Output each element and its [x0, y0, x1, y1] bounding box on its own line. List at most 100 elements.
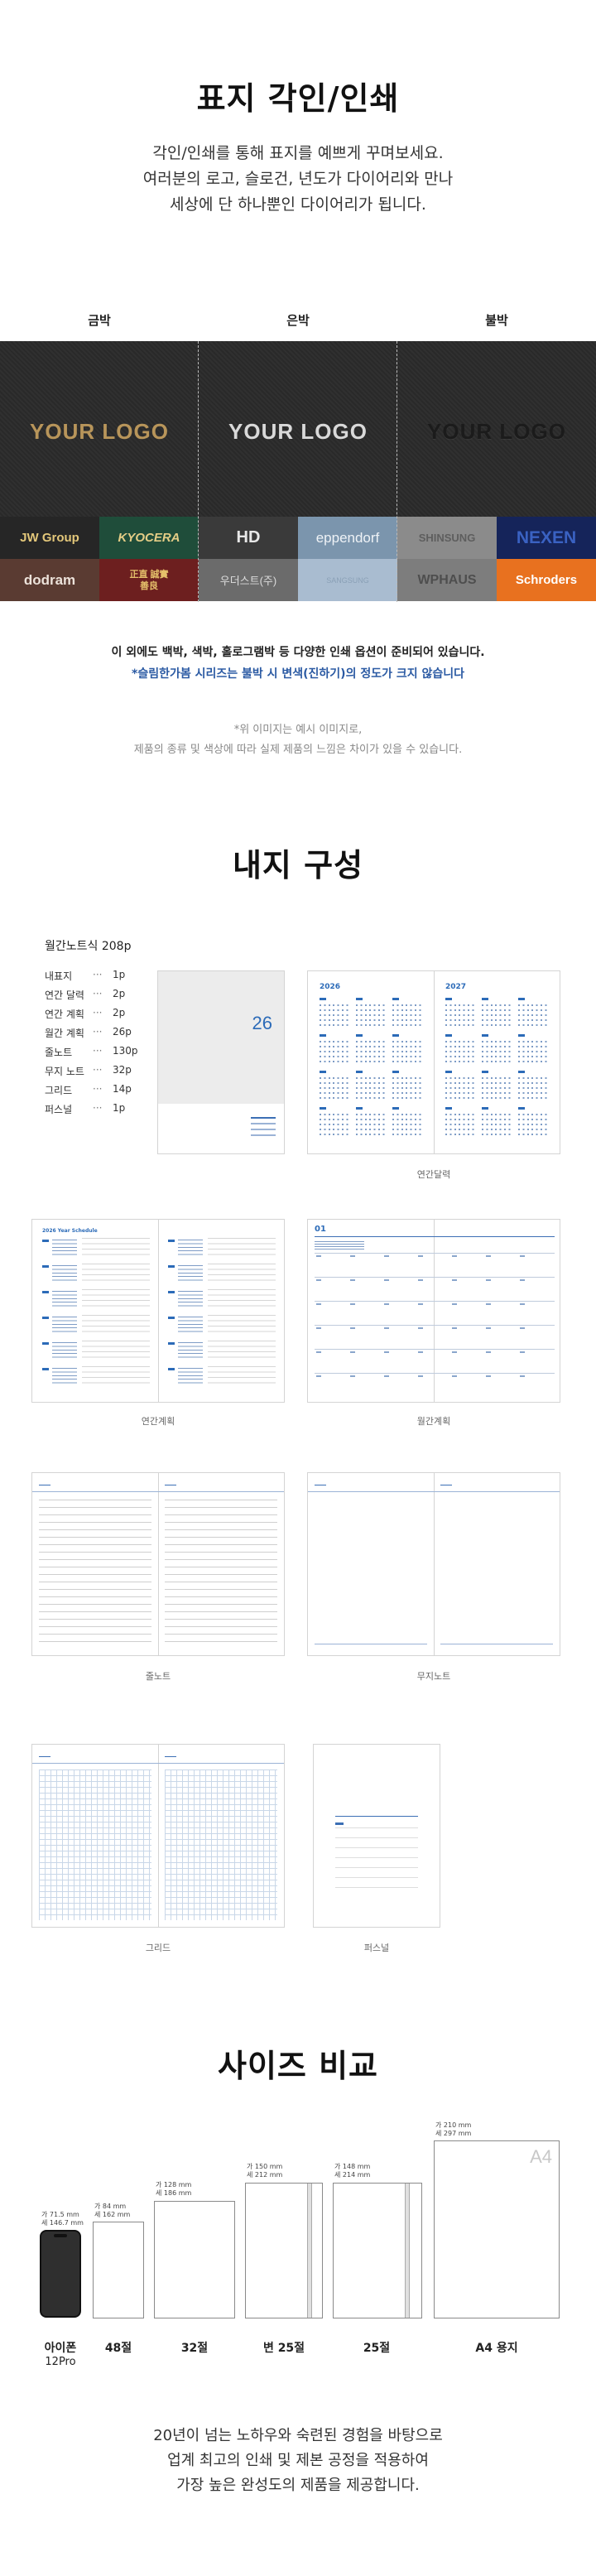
size-48-shape [93, 2222, 144, 2318]
spec-name: 퍼스널 [45, 1104, 73, 1115]
method-gold-label: 금박 [88, 313, 111, 328]
inner-section-title: 내지 구성 [232, 847, 364, 884]
closing-2: 업계 최고의 인쇄 및 제본 공정을 적용하여 [167, 2452, 429, 2469]
a4-tag: A4 [530, 2146, 552, 2167]
brand-tile-dodram: dodram [0, 559, 99, 601]
size-32-width: 가 128 mm [156, 2181, 192, 2188]
size-48-height: 세 162 mm [94, 2211, 131, 2218]
monthly-grid-line [315, 1301, 555, 1302]
spec-name: 그리드 [45, 1085, 73, 1096]
closing-3: 가장 높은 완성도의 제품을 제공합니다. [176, 2477, 420, 2494]
spec-name: 연간 계획 [45, 1009, 84, 1020]
disclaimer-1: *위 이미지는 예시 이미지로, [233, 724, 363, 736]
size-25-width: 가 148 mm [334, 2163, 371, 2170]
calendar-month [392, 1107, 424, 1137]
calendar-spread: 2026 2027 [307, 970, 560, 1154]
blank-note-spread [307, 1472, 560, 1656]
calendar-month [482, 1034, 513, 1064]
calendar-month [518, 1034, 550, 1064]
monthly-grid-line [315, 1277, 555, 1278]
closing-1: 20년이 넘는 노하우와 숙련된 경험을 바탕으로 [153, 2427, 443, 2444]
calendar-month [482, 998, 513, 1028]
inner-cover-page: 26 [157, 970, 285, 1154]
cover-desc-3: 세상에 단 하나뿐인 다이어리가 됩니다. [170, 195, 426, 214]
calendar-month [356, 1034, 387, 1064]
calendar-year-left: 2026 [320, 983, 341, 991]
spec-name: 연간 달력 [45, 989, 84, 1001]
yearly-plan-right [168, 1238, 276, 1395]
personal-page [313, 1744, 440, 1928]
monthly-grid-line [315, 1373, 555, 1374]
spec-row: 퍼스널 ··· 1p [45, 1102, 169, 1119]
calendar-month [392, 1071, 424, 1100]
spec-row: 월간 계획 ··· 26p [45, 1026, 169, 1043]
spec-name: 무지 노트 [45, 1066, 84, 1077]
calendar-month [445, 1071, 477, 1100]
iphone-shape [40, 2230, 81, 2318]
brand-tile-eppendorf: eppendorf [298, 517, 397, 559]
size-32-shape [154, 2201, 235, 2318]
size-b25-width: 가 150 mm [247, 2163, 283, 2170]
spec-pages: 2p [113, 988, 126, 999]
size-25-label: 25절 [363, 2342, 391, 2355]
calendar-month [320, 1034, 351, 1064]
calendar-year-right: 2027 [445, 983, 467, 991]
yearly-plan-month [42, 1264, 150, 1287]
size-32-label: 32절 [180, 2342, 209, 2355]
spec-pages: 1p [113, 969, 126, 980]
divider-1 [198, 341, 199, 602]
yearly-plan-month [168, 1366, 276, 1389]
size-iphone-label2: 12Pro [45, 2356, 76, 2368]
spec-pages: 1p [113, 1102, 126, 1114]
caption-monthly: 월간계획 [416, 1416, 451, 1427]
brand-tile-sangsung: SANGSUNG [298, 559, 397, 601]
calendar-month [320, 1071, 351, 1100]
spec-dots: ··· [93, 969, 103, 980]
brand-tile-jw: JW Group [0, 517, 99, 559]
monthly-plan-grid [315, 1241, 555, 1394]
spec-pages: 14p [113, 1083, 132, 1095]
spec-pages: 2p [113, 1007, 126, 1018]
spec-dots: ··· [93, 1026, 103, 1038]
size-32-height: 세 186 mm [156, 2189, 192, 2197]
size-48-label: 48절 [104, 2342, 132, 2355]
size-iphone-width: 가 71.5 mm [41, 2211, 79, 2218]
spec-row: 연간 달력 ··· 2p [45, 988, 169, 1005]
size-iphone-label: 아이폰 [44, 2342, 77, 2355]
spec-pages: 32p [113, 1064, 132, 1076]
cover-desc-1: 각인/인쇄를 통해 표지를 예쁘게 꾸며보세요. [152, 144, 444, 162]
cover-section-title: 표지 각인/인쇄 [196, 80, 400, 117]
calendar-month [482, 1107, 513, 1137]
calendar-month [445, 1034, 477, 1064]
yearly-plan-month [168, 1238, 276, 1261]
spec-name: 월간 계획 [45, 1028, 84, 1039]
cover-desc-2: 여러분의 로고, 슬로건, 년도가 다이어리와 만나 [142, 170, 454, 188]
brand-tile-kyocera: KYOCERA [99, 517, 199, 559]
method-emboss-label: 불박 [485, 313, 508, 328]
size-48-width: 가 84 mm [94, 2203, 127, 2210]
yearly-plan-month [168, 1341, 276, 1364]
yearly-plan-month [42, 1366, 150, 1389]
calendar-month [518, 998, 550, 1028]
yearly-plan-month [42, 1289, 150, 1312]
spec-name: 줄노트 [45, 1047, 73, 1058]
size-b25-shape [245, 2183, 323, 2318]
calendar-month [320, 1107, 351, 1137]
size-25-height: 세 214 mm [334, 2171, 371, 2179]
silver-logo-sample: YOUR LOGO [228, 419, 368, 444]
caption-lined: 줄노트 [145, 1671, 171, 1682]
yearly-plan-month [42, 1341, 150, 1364]
size-a4-label: A4 용지 [475, 2342, 518, 2355]
spec-dots: ··· [93, 1083, 103, 1095]
monthly-plan-spread: 01 [307, 1219, 560, 1403]
calendar-month [356, 1071, 387, 1100]
calendar-month [518, 1107, 550, 1137]
yearly-plan-month [42, 1238, 150, 1261]
caption-grid: 그리드 [145, 1943, 171, 1953]
grid-note-spread [31, 1744, 285, 1928]
print-options-note: 이 외에도 백박, 색박, 홀로그램박 등 다양한 인쇄 옵션이 준비되어 있습… [111, 646, 485, 659]
spec-pages: 26p [113, 1026, 132, 1038]
brand-tile-schroders: Schroders [497, 559, 596, 601]
calendar-month [445, 1107, 477, 1137]
size-section-title: 사이즈 비교 [217, 2048, 379, 2084]
